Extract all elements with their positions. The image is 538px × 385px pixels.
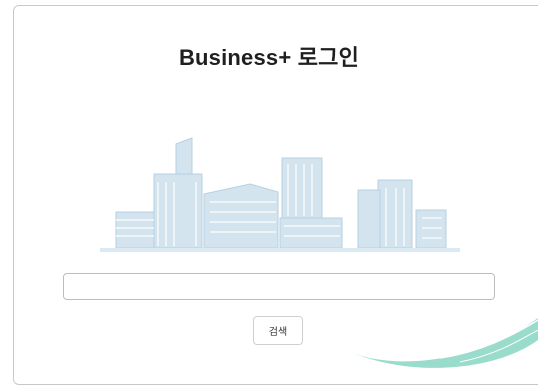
search-input[interactable] xyxy=(63,273,495,300)
teal-swoosh-icon xyxy=(350,318,538,368)
city-buildings-illustration xyxy=(100,137,460,252)
search-button[interactable]: 검색 xyxy=(253,316,303,345)
page-title: Business+ 로그인 xyxy=(178,45,360,70)
